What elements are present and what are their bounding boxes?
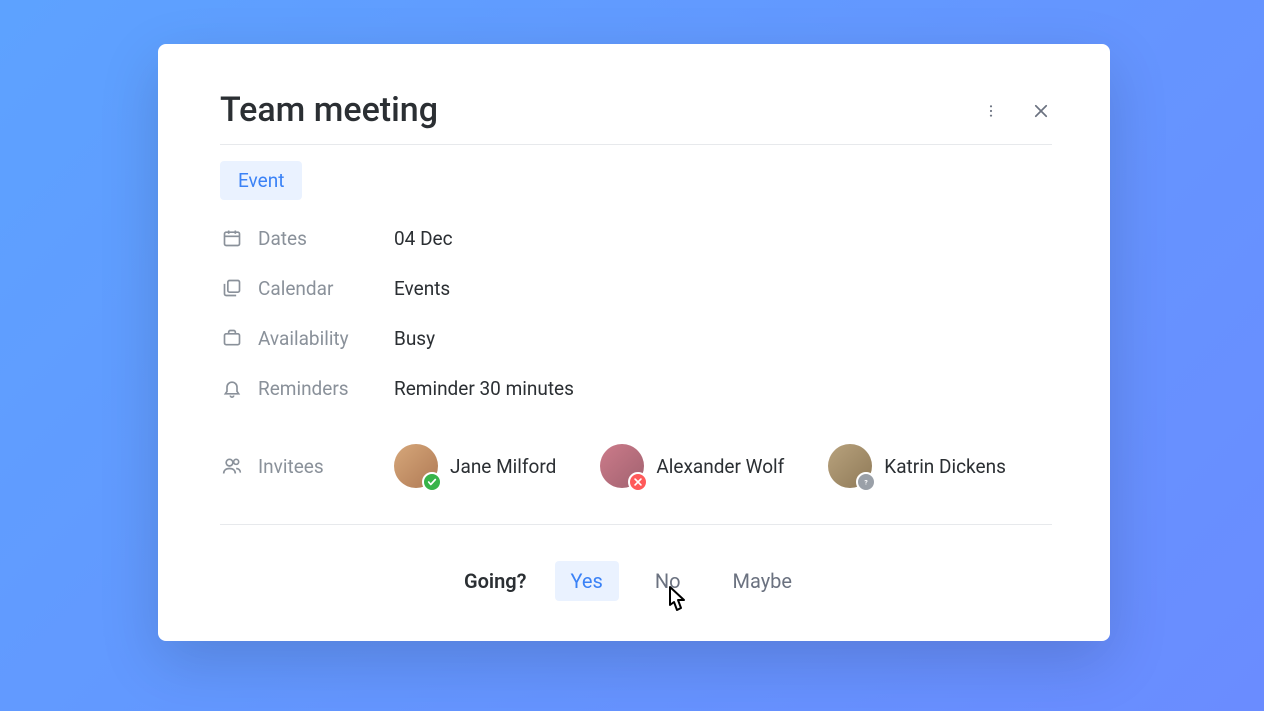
field-invitees: Invitees Jane Milford: [220, 444, 1052, 525]
invitee-list: Jane Milford Alexander Wolf ?: [394, 444, 1006, 488]
tabs: Event: [220, 161, 1052, 200]
answer-no[interactable]: No: [639, 561, 697, 601]
avatar: [394, 444, 438, 488]
check-icon: [422, 472, 442, 492]
calendar-value: Events: [394, 277, 450, 300]
answer-yes[interactable]: Yes: [555, 561, 619, 601]
invitee-item[interactable]: ? Katrin Dickens: [828, 444, 1006, 488]
reminders-value: Reminder 30 minutes: [394, 377, 574, 400]
invitee-name: Katrin Dickens: [884, 455, 1006, 478]
answer-maybe[interactable]: Maybe: [717, 561, 809, 601]
dates-value: 04 Dec: [394, 227, 453, 250]
invitee-name: Jane Milford: [450, 455, 556, 478]
invitee-name: Alexander Wolf: [656, 455, 784, 478]
dates-label: Dates: [258, 227, 394, 250]
rsvp-footer: Going? Yes No Maybe: [220, 561, 1052, 601]
x-icon: [628, 472, 648, 492]
invitee-item[interactable]: Jane Milford: [394, 444, 556, 488]
fields: Dates 04 Dec Calendar Events Availabilit…: [220, 226, 1052, 601]
question-icon: ?: [856, 472, 876, 492]
field-dates: Dates 04 Dec: [220, 226, 1052, 250]
avatar: [600, 444, 644, 488]
invitees-label: Invitees: [258, 455, 394, 478]
calendar-label: Calendar: [258, 277, 394, 300]
tab-event[interactable]: Event: [220, 161, 302, 200]
more-options-icon[interactable]: [980, 100, 1002, 122]
event-card: Team meeting Event Dates 04 Dec Calendar…: [158, 44, 1110, 641]
reminders-label: Reminders: [258, 377, 394, 400]
svg-text:?: ?: [865, 479, 869, 487]
field-reminders: Reminders Reminder 30 minutes: [220, 376, 1052, 400]
people-icon: [220, 454, 244, 478]
event-title: Team meeting: [220, 90, 1052, 145]
calendars-icon: [220, 276, 244, 300]
availability-value: Busy: [394, 327, 435, 350]
avatar: ?: [828, 444, 872, 488]
going-label: Going?: [464, 569, 527, 593]
bell-icon: [220, 376, 244, 400]
close-icon[interactable]: [1030, 100, 1052, 122]
briefcase-icon: [220, 326, 244, 350]
field-calendar: Calendar Events: [220, 276, 1052, 300]
field-availability: Availability Busy: [220, 326, 1052, 350]
calendar-icon: [220, 226, 244, 250]
invitee-item[interactable]: Alexander Wolf: [600, 444, 784, 488]
availability-label: Availability: [258, 327, 394, 350]
